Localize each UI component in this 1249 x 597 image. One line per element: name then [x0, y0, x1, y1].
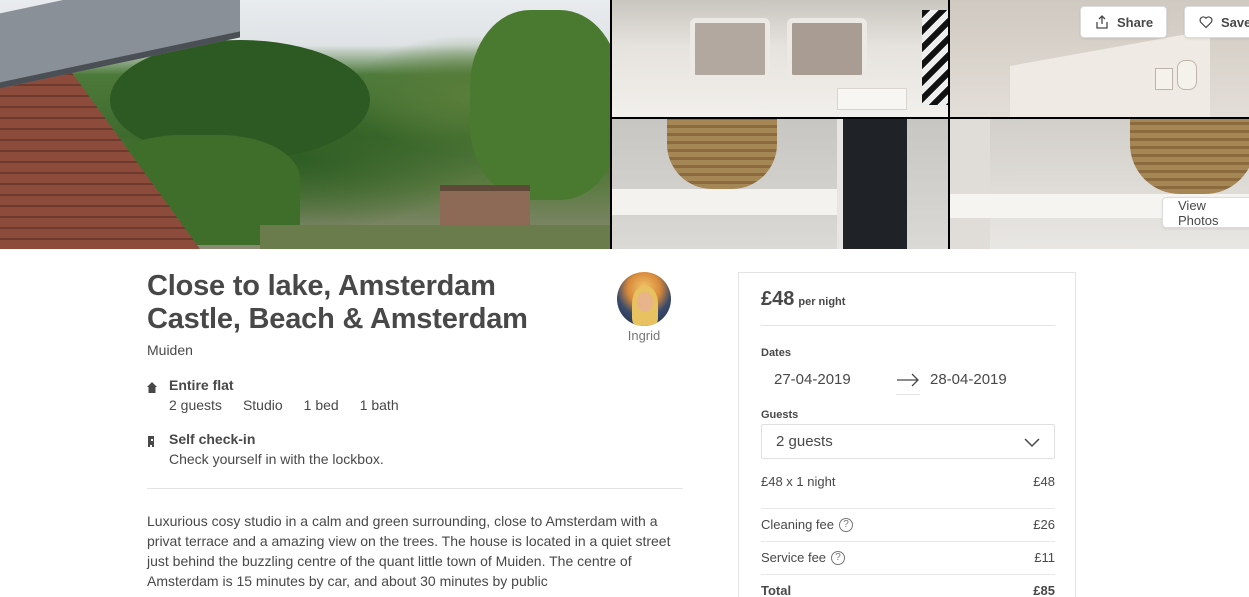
- section-divider: [147, 488, 683, 489]
- cleaning-fee-row: Cleaning fee ? £26: [761, 508, 1055, 532]
- host-profile[interactable]: Ingrid: [612, 272, 676, 343]
- service-fee-row: Service fee ? £11: [761, 541, 1055, 565]
- card-divider: [761, 325, 1055, 326]
- total-row: Total £85: [761, 574, 1055, 597]
- feature-subtitle: Check yourself in with the lockbox.: [169, 451, 384, 467]
- save-label: Save: [1221, 14, 1249, 30]
- dates-label: Dates: [761, 347, 791, 359]
- guests-label: Guests: [761, 409, 799, 421]
- date-range-picker: 27-04-2019 28-04-2019: [761, 365, 1055, 395]
- home-icon: [147, 380, 157, 393]
- host-avatar[interactable]: [617, 272, 671, 326]
- save-button[interactable]: Save: [1184, 6, 1249, 38]
- guests-select[interactable]: 2 guests: [761, 424, 1055, 459]
- total-value: £85: [1033, 583, 1055, 597]
- feature-title: Self check-in: [169, 431, 256, 447]
- photo-bed[interactable]: [612, 0, 948, 117]
- share-button[interactable]: Share: [1080, 6, 1167, 38]
- baths-count: 1 bath: [359, 397, 399, 413]
- total-label: Total: [761, 583, 792, 597]
- nightly-subtotal-row: £48 x 1 night £48: [761, 474, 1055, 494]
- main-photo-garden[interactable]: [0, 0, 610, 249]
- listing-location[interactable]: Muiden: [147, 342, 193, 358]
- fee-label: £48 x 1 night: [761, 474, 836, 489]
- fee-value: £11: [1034, 550, 1055, 565]
- feature-entire-flat: Entire flat 2 guests Studio 1 bed 1 bath: [147, 377, 547, 417]
- feature-details: 2 guests Studio 1 bed 1 bath: [169, 397, 399, 413]
- photo-gallery: Share Save View Photos: [0, 0, 1249, 249]
- view-photos-label: View Photos: [1178, 197, 1219, 228]
- check-out-date[interactable]: 28-04-2019: [930, 371, 1007, 388]
- heart-icon: [1199, 15, 1213, 29]
- photo-shelf-basket-2[interactable]: [950, 119, 1249, 249]
- fee-label: Cleaning fee: [761, 517, 834, 532]
- feature-title: Entire flat: [169, 377, 234, 393]
- fee-value: £26: [1033, 517, 1055, 532]
- view-photos-button[interactable]: View Photos: [1162, 197, 1249, 228]
- booking-card: £48 per night Dates 27-04-2019 28-04-201…: [738, 272, 1076, 597]
- room-type: Studio: [242, 397, 283, 413]
- key-icon: [147, 434, 157, 447]
- check-in-date[interactable]: 27-04-2019: [774, 371, 851, 388]
- listing-description: Luxurious cosy studio in a calm and gree…: [147, 513, 671, 589]
- price-per-night: £48 per night: [761, 288, 845, 311]
- host-name[interactable]: Ingrid: [612, 328, 676, 343]
- help-icon[interactable]: ?: [839, 517, 853, 532]
- help-icon[interactable]: ?: [831, 550, 846, 565]
- per-night-label: per night: [798, 296, 846, 308]
- arrow-right-icon: [896, 365, 920, 395]
- share-icon: [1095, 15, 1109, 29]
- beds-count: 1 bed: [303, 397, 339, 413]
- guests-value: 2 guests: [776, 433, 833, 450]
- fee-label: Service fee: [761, 550, 827, 565]
- fee-value: £48: [1033, 474, 1055, 489]
- share-label: Share: [1117, 14, 1154, 30]
- listing-title: Close to lake, Amsterdam Castle, Beach &…: [147, 270, 528, 335]
- nightly-price: £48: [761, 288, 795, 310]
- feature-self-checkin: Self check-in Check yourself in with the…: [147, 431, 547, 471]
- photo-shelf-basket[interactable]: [612, 119, 948, 249]
- guests-count: 2 guests: [169, 397, 222, 413]
- chevron-down-icon: [1024, 435, 1040, 449]
